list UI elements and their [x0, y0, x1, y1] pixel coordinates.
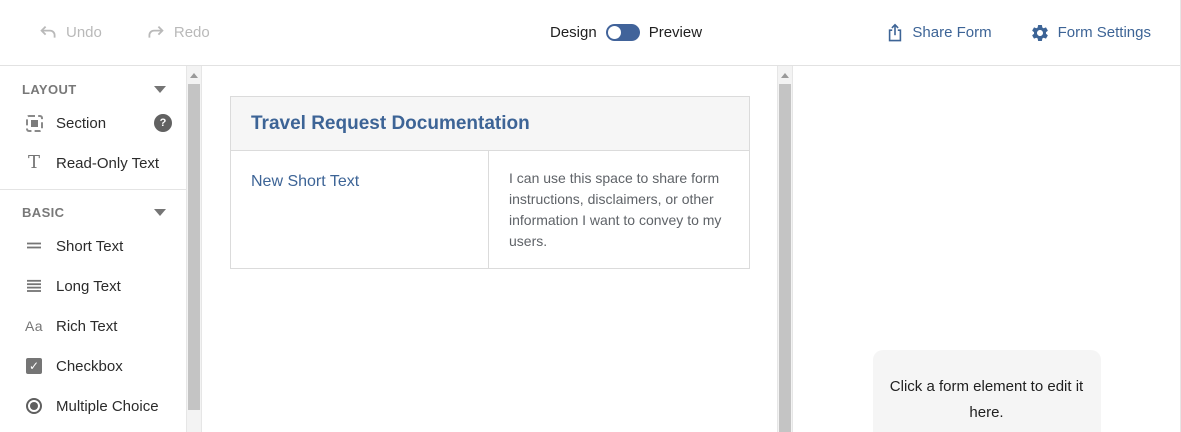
form-title: Travel Request Documentation — [251, 113, 530, 134]
canvas-scrollbar[interactable] — [777, 66, 793, 432]
redo-label: Redo — [173, 24, 210, 41]
form-canvas: Travel Request Documentation New Short T… — [202, 66, 777, 432]
palette-item-read-only-text[interactable]: T Read-Only Text — [0, 143, 186, 183]
chevron-down-icon — [154, 85, 166, 93]
group-label-layout: LAYOUT — [22, 81, 77, 97]
palette-item-section[interactable]: Section ? — [0, 103, 186, 143]
undo-label: Undo — [66, 24, 102, 41]
inspector-empty-message: Click a form element to edit it here. — [872, 350, 1101, 432]
scroll-up-arrow-icon[interactable] — [190, 73, 198, 78]
form-settings-label: Form Settings — [1057, 24, 1151, 41]
palette-item-label: Checkbox — [56, 357, 123, 375]
palette-item-rich-text[interactable]: Aa Rich Text — [0, 306, 186, 346]
palette-item-label: Long Text — [56, 277, 121, 295]
form-builder-app: Undo Redo Design Preview Share Form Form… — [0, 0, 1181, 432]
scroll-up-arrow-icon[interactable] — [781, 73, 789, 78]
toolbar-history-group: Undo Redo — [0, 24, 210, 42]
palette-item-label: Short Text — [56, 237, 124, 255]
form-element-description[interactable]: I can use this space to share form instr… — [489, 151, 749, 268]
toggle-knob — [607, 26, 621, 39]
form-settings-button[interactable]: Form Settings — [1030, 23, 1151, 43]
palette-item-multiple-choice[interactable]: Multiple Choice — [0, 386, 186, 426]
section-help-badge[interactable]: ? — [154, 114, 172, 132]
sidebar-scrollbar[interactable] — [186, 66, 202, 432]
form-element-row[interactable]: New Short Text I can use this space to s… — [231, 151, 749, 268]
redo-button[interactable]: Redo — [146, 24, 210, 42]
palette-group-layout[interactable]: LAYOUT — [0, 75, 186, 103]
palette-item-checkbox[interactable]: ✓ Checkbox — [0, 346, 186, 386]
element-palette: LAYOUT Section ? T Read-Only Text BASIC — [0, 66, 186, 432]
palette-item-label: Read-Only Text — [56, 154, 160, 172]
palette-item-label: Multiple Choice — [56, 397, 159, 415]
palette-item-label: Section — [56, 114, 107, 132]
toolbar-actions-group: Share Form Form Settings — [886, 23, 1180, 43]
mode-switcher: Design Preview — [550, 0, 702, 65]
preview-label: Preview — [648, 24, 703, 41]
palette-divider — [0, 189, 186, 190]
palette-group-basic[interactable]: BASIC — [0, 198, 186, 226]
checkbox-icon: ✓ — [24, 358, 44, 374]
read-only-text-icon: T — [27, 152, 40, 173]
palette-item-short-text[interactable]: Short Text — [0, 226, 186, 266]
palette-item-label: Rich Text — [56, 317, 118, 335]
group-label-basic: BASIC — [22, 204, 65, 220]
palette-item-long-text[interactable]: Long Text — [0, 266, 186, 306]
toolbar: Undo Redo Design Preview Share Form Form… — [0, 0, 1180, 66]
inspector-panel: Click a form element to edit it here. — [793, 66, 1180, 432]
section-icon — [24, 114, 44, 132]
form-element-label[interactable]: New Short Text — [231, 151, 489, 268]
redo-icon — [146, 24, 166, 42]
multiple-choice-icon — [24, 398, 44, 414]
share-form-button[interactable]: Share Form — [886, 23, 992, 43]
undo-icon — [38, 24, 58, 42]
undo-button[interactable]: Undo — [38, 24, 102, 42]
design-label: Design — [550, 24, 597, 41]
scrollbar-thumb[interactable] — [779, 84, 791, 432]
scrollbar-thumb[interactable] — [188, 84, 200, 410]
long-text-icon — [24, 277, 44, 295]
rich-text-icon: Aa — [24, 318, 44, 334]
share-icon — [886, 23, 904, 43]
design-preview-toggle[interactable] — [605, 24, 640, 41]
form-card: Travel Request Documentation New Short T… — [230, 96, 750, 269]
short-text-icon — [24, 237, 44, 255]
gear-icon — [1030, 23, 1050, 43]
form-section-header[interactable]: Travel Request Documentation — [231, 97, 749, 151]
chevron-down-icon — [154, 208, 166, 216]
share-form-label: Share Form — [912, 24, 992, 41]
main-area: LAYOUT Section ? T Read-Only Text BASIC — [0, 66, 1180, 432]
